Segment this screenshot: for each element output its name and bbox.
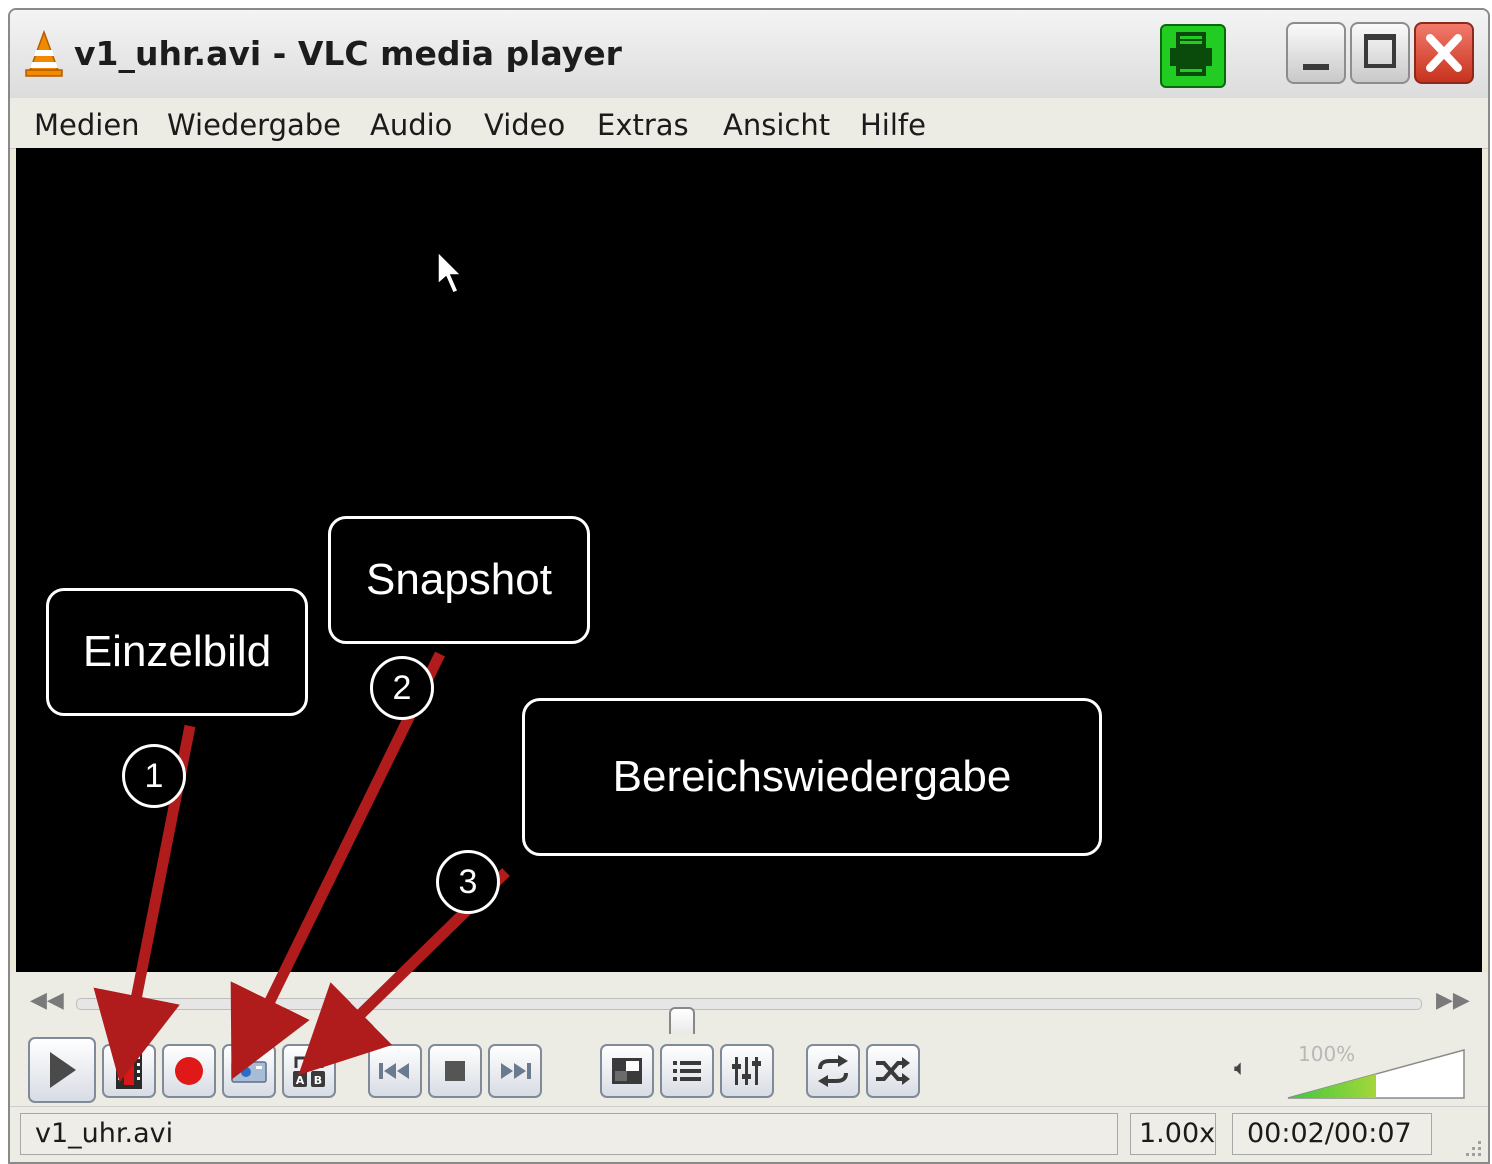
play-icon [50, 1052, 76, 1088]
loop-button[interactable] [806, 1044, 860, 1098]
menu-medien[interactable]: Medien [34, 108, 140, 142]
resize-grip-icon[interactable] [1462, 1137, 1484, 1159]
svg-text:A: A [296, 1074, 305, 1087]
next-button[interactable] [488, 1044, 542, 1098]
status-bar: v1_uhr.avi 1.00x 00:02/00:07 [10, 1106, 1488, 1162]
menu-video[interactable]: Video [484, 108, 565, 142]
seek-track[interactable] [76, 998, 1422, 1051]
playlist-button[interactable] [660, 1044, 714, 1098]
stop-button[interactable] [428, 1044, 482, 1098]
shuffle-icon [876, 1057, 910, 1085]
extended-settings-button[interactable] [720, 1044, 774, 1098]
control-bar: A B 🔈︎ 100% [10, 1034, 1488, 1106]
playback-speed[interactable]: 1.00x [1130, 1113, 1216, 1155]
stop-icon [445, 1061, 465, 1081]
step-number-2: 2 [370, 656, 434, 720]
step-number-1: 1 [122, 744, 186, 808]
menu-hilfe[interactable]: Hilfe [860, 108, 926, 142]
speaker-icon[interactable]: 🔈︎ [1234, 1056, 1247, 1081]
ab-loop-button[interactable]: A B [282, 1044, 336, 1098]
vlc-window: v1_uhr.avi - VLC media player Medien Wie… [8, 8, 1490, 1164]
frame-by-frame-button[interactable] [102, 1044, 156, 1098]
svg-text:B: B [314, 1074, 322, 1087]
menu-extras[interactable]: Extras [597, 108, 689, 142]
menu-ansicht[interactable]: Ansicht [723, 108, 830, 142]
time-display[interactable]: 00:02/00:07 [1232, 1113, 1432, 1155]
seek-backward-icon[interactable]: ◀◀ [30, 988, 64, 1013]
ab-loop-icon: A B [293, 1056, 325, 1087]
vlc-cone-icon [25, 30, 63, 77]
callout-einzelbild: Einzelbild [46, 588, 308, 716]
seek-bar: ◀◀ ▶▶ [10, 972, 1488, 1051]
snapshot-icon [231, 1061, 267, 1083]
equalizer-icon [732, 1057, 761, 1085]
step-number-3: 3 [436, 850, 500, 914]
printer-tray-icon[interactable] [1160, 24, 1226, 88]
previous-icon [379, 1063, 409, 1079]
maximize-icon [1364, 34, 1396, 68]
callout-snapshot: Snapshot [328, 516, 590, 644]
fullscreen-icon [612, 1058, 642, 1084]
fullscreen-button[interactable] [600, 1044, 654, 1098]
play-button[interactable] [28, 1037, 96, 1103]
menu-bar: Medien Wiedergabe Audio Video Extras Ans… [10, 98, 1488, 149]
playlist-icon [673, 1061, 701, 1081]
close-icon [1426, 34, 1462, 72]
loop-icon [818, 1055, 848, 1087]
window-title: v1_uhr.avi - VLC media player [74, 34, 622, 73]
menu-audio[interactable]: Audio [370, 108, 452, 142]
mouse-pointer-icon [437, 250, 462, 294]
shuffle-button[interactable] [866, 1044, 920, 1098]
previous-button[interactable] [368, 1044, 422, 1098]
seek-forward-icon[interactable]: ▶▶ [1436, 988, 1470, 1013]
minimize-icon [1303, 64, 1329, 70]
maximize-button[interactable] [1350, 22, 1410, 84]
frame-by-frame-icon [116, 1053, 142, 1089]
callout-bereichswiedergabe: Bereichswiedergabe [522, 698, 1102, 856]
record-button[interactable] [162, 1044, 216, 1098]
next-icon [501, 1063, 531, 1079]
menu-wiedergabe[interactable]: Wiedergabe [167, 108, 341, 142]
minimize-button[interactable] [1286, 22, 1346, 84]
record-icon [175, 1057, 203, 1085]
title-bar[interactable]: v1_uhr.avi - VLC media player [10, 10, 1488, 99]
snapshot-button[interactable] [222, 1044, 276, 1098]
close-button[interactable] [1414, 22, 1474, 84]
status-filename: v1_uhr.avi [20, 1113, 1118, 1155]
volume-slider[interactable] [1286, 1048, 1466, 1100]
